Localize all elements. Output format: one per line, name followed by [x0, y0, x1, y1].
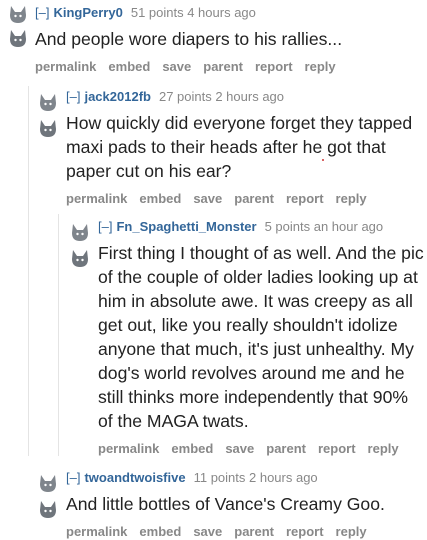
cat-avatar-icon[interactable]	[70, 248, 90, 268]
author-link[interactable]: twoandtwoisfive	[84, 470, 185, 485]
reply-link[interactable]: reply	[368, 441, 399, 456]
cat-avatar-icon[interactable]	[70, 222, 90, 242]
report-link[interactable]: report	[286, 524, 324, 539]
comment-actions: permalink embed save parent report reply	[35, 58, 427, 76]
permalink-link[interactable]: permalink	[98, 441, 159, 456]
comment-tagline: [–] twoandtwoisfive 11 points 2 hours ago	[66, 469, 427, 487]
comment-tagline: [–] Fn_Spaghetti_Monster 5 points an hour …	[98, 218, 427, 236]
embed-link[interactable]: embed	[139, 524, 181, 539]
comment-body: [–] jack2012fb 27 points 2 hours ago How q…	[66, 88, 427, 208]
cat-avatar-icon[interactable]	[38, 118, 58, 138]
save-link[interactable]: save	[193, 191, 222, 206]
reply-link[interactable]: reply	[336, 191, 367, 206]
comment-text: First thing I thought of as well. And th…	[98, 243, 424, 431]
cat-avatar-icon[interactable]	[38, 92, 58, 112]
save-link[interactable]: save	[162, 59, 191, 74]
parent-link[interactable]: parent	[203, 59, 243, 74]
collapse-toggle[interactable]: [–]	[66, 470, 80, 485]
comment-actions: permalink embed save parent report reply	[66, 190, 427, 208]
comment-body: [–] Fn_Spaghetti_Monster 5 points an hour …	[98, 218, 427, 458]
embed-link[interactable]: embed	[171, 441, 213, 456]
thread-indent-line	[58, 214, 59, 456]
comment-text: And people wore diapers to his rallies..…	[35, 29, 343, 49]
report-link[interactable]: report	[318, 441, 356, 456]
embed-link[interactable]: embed	[108, 59, 150, 74]
comment: [–] Fn_Spaghetti_Monster 5 points an hour …	[70, 218, 427, 463]
comment: [–] KingPerry0 51 points 4 hours ago And p…	[8, 4, 427, 76]
parent-link[interactable]: parent	[234, 524, 274, 539]
comment-tagline: [–] KingPerry0 51 points 4 hours ago	[35, 4, 427, 22]
permalink-link[interactable]: permalink	[66, 524, 127, 539]
save-link[interactable]: save	[225, 441, 254, 456]
cat-avatar-icon[interactable]	[38, 499, 58, 519]
thread-indent-line	[28, 86, 29, 456]
comment-meta: 27 points 2 hours ago	[158, 89, 285, 104]
cat-avatar-icon[interactable]	[38, 473, 58, 493]
collapse-toggle[interactable]: [–]	[98, 219, 112, 234]
collapse-toggle[interactable]: [–]	[66, 89, 80, 104]
permalink-link[interactable]: permalink	[66, 191, 127, 206]
comment-body: [–] twoandtwoisfive 11 points 2 hours ago …	[66, 469, 427, 540]
embed-link[interactable]: embed	[139, 191, 181, 206]
save-link[interactable]: save	[193, 524, 222, 539]
collapse-toggle[interactable]: [–]	[35, 5, 49, 20]
author-link[interactable]: jack2012fb	[84, 89, 151, 104]
cursor-mark	[322, 159, 324, 161]
comment-meta: 11 points 2 hours ago	[193, 470, 318, 485]
report-link[interactable]: report	[286, 191, 324, 206]
comment-tagline: [–] jack2012fb 27 points 2 hours ago	[66, 88, 427, 106]
reply-link[interactable]: reply	[336, 524, 367, 539]
report-link[interactable]: report	[255, 59, 293, 74]
comment: [–] twoandtwoisfive 11 points 2 hours ago …	[38, 469, 427, 540]
comment-body: [–] KingPerry0 51 points 4 hours ago And p…	[35, 4, 427, 76]
comment-meta: 5 points an hour ago	[264, 219, 384, 234]
author-link[interactable]: KingPerry0	[53, 5, 122, 20]
comment-actions: permalink embed save parent report reply	[66, 523, 427, 540]
permalink-link[interactable]: permalink	[35, 59, 96, 74]
comment: [–] jack2012fb 27 points 2 hours ago How q…	[38, 88, 427, 208]
comment-text: How quickly did everyone forget they tap…	[66, 113, 413, 181]
parent-link[interactable]: parent	[266, 441, 306, 456]
cat-avatar-icon[interactable]	[8, 4, 28, 24]
reply-link[interactable]: reply	[305, 59, 336, 74]
comment-text: And little bottles of Vance's Creamy Goo…	[66, 494, 385, 514]
author-link[interactable]: Fn_Spaghetti_Monster	[116, 219, 256, 234]
comment-meta: 51 points 4 hours ago	[130, 5, 256, 20]
comment-actions: permalink embed save parent report reply	[98, 440, 427, 458]
cat-avatar-icon[interactable]	[8, 28, 28, 48]
parent-link[interactable]: parent	[234, 191, 274, 206]
